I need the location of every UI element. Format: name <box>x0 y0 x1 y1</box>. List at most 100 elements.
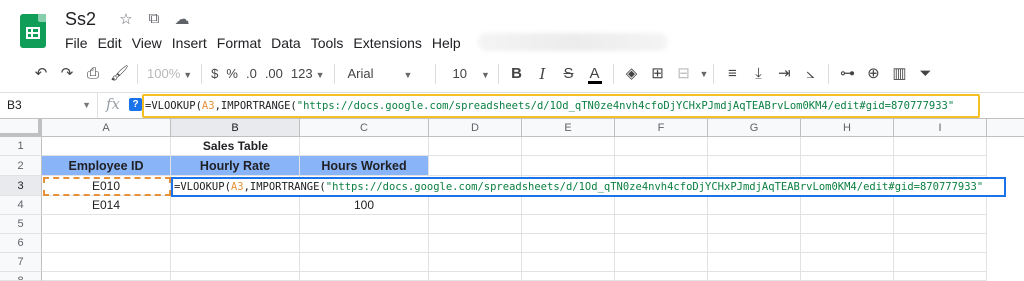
grid-cell[interactable] <box>801 234 894 253</box>
menu-file[interactable]: File <box>60 34 93 52</box>
menu-edit[interactable]: Edit <box>93 34 127 52</box>
document-title[interactable]: Ss2 <box>65 9 96 30</box>
cell-b1[interactable]: Sales Table <box>171 137 300 156</box>
grid-cell[interactable] <box>708 156 801 176</box>
zoom-select[interactable]: 100% ▼ <box>143 62 196 86</box>
grid-cell[interactable] <box>171 196 300 215</box>
italic-button[interactable]: I <box>530 62 556 86</box>
grid-cell[interactable] <box>708 196 801 215</box>
column-header-h[interactable]: H <box>801 118 894 137</box>
grid-cell[interactable] <box>522 196 615 215</box>
row-header-2[interactable]: 2 <box>0 156 42 176</box>
column-header-d[interactable]: D <box>429 118 522 137</box>
star-icon[interactable]: ☆ <box>117 10 135 28</box>
grid-cell[interactable] <box>522 156 615 176</box>
grid-cell[interactable] <box>300 215 429 234</box>
sheets-logo-icon[interactable] <box>20 14 46 48</box>
grid-cell[interactable] <box>615 215 708 234</box>
grid-cell[interactable] <box>615 196 708 215</box>
redo-icon[interactable]: ↷ <box>54 62 80 86</box>
text-wrap-icon[interactable]: ⇥ <box>771 62 797 86</box>
grid-cell[interactable] <box>894 253 987 272</box>
grid-cell[interactable] <box>42 215 171 234</box>
grid-cell[interactable] <box>894 137 987 156</box>
bold-button[interactable]: B <box>504 62 530 86</box>
decrease-decimal-button[interactable]: .0 <box>242 62 261 86</box>
grid-cell[interactable] <box>522 215 615 234</box>
horizontal-align-icon[interactable]: ≡ <box>719 62 745 86</box>
column-header-e[interactable]: E <box>522 118 615 137</box>
percent-format-button[interactable]: % <box>222 62 242 86</box>
grid-cell[interactable] <box>801 253 894 272</box>
grid-cell[interactable] <box>171 234 300 253</box>
grid-cell[interactable] <box>171 272 300 281</box>
grid-cell[interactable] <box>801 215 894 234</box>
grid-cell[interactable] <box>429 137 522 156</box>
currency-format-button[interactable]: $ <box>207 62 222 86</box>
grid-cell[interactable] <box>429 215 522 234</box>
vertical-align-icon[interactable]: ⤓ <box>745 62 771 86</box>
row-header-6[interactable]: 6 <box>0 234 42 253</box>
grid-cell[interactable] <box>429 272 522 281</box>
grid-cell[interactable] <box>801 137 894 156</box>
grid-cell[interactable] <box>801 196 894 215</box>
grid-cell[interactable] <box>522 272 615 281</box>
grid-cell[interactable] <box>801 156 894 176</box>
row-header-3[interactable]: 3 <box>0 176 42 196</box>
cell-b2[interactable]: Hourly Rate <box>171 156 300 176</box>
column-header-a[interactable]: A <box>42 118 171 137</box>
grid-cell[interactable] <box>42 234 171 253</box>
row-header-1[interactable]: 1 <box>0 137 42 156</box>
row-header-7[interactable]: 7 <box>0 253 42 272</box>
print-icon[interactable]: ⎙ <box>80 62 106 86</box>
borders-icon[interactable]: ⊞ <box>645 62 671 86</box>
undo-icon[interactable]: ↶ <box>28 62 54 86</box>
strikethrough-button[interactable]: S <box>556 62 582 86</box>
menu-data[interactable]: Data <box>266 34 306 52</box>
chevron-down-icon[interactable]: ▼ <box>700 69 709 79</box>
grid-cell[interactable] <box>615 156 708 176</box>
grid-cell[interactable] <box>894 215 987 234</box>
row-header-5[interactable]: 5 <box>0 215 42 234</box>
grid-cell[interactable] <box>42 272 171 281</box>
grid-cell[interactable] <box>429 234 522 253</box>
grid-cell[interactable] <box>894 156 987 176</box>
menu-format[interactable]: Format <box>212 34 266 52</box>
fill-color-icon[interactable]: ◈ <box>619 62 645 86</box>
cell-a4[interactable]: E014 <box>42 196 171 215</box>
grid-cell[interactable] <box>708 253 801 272</box>
increase-decimal-button[interactable]: .00 <box>261 62 287 86</box>
menu-extensions[interactable]: Extensions <box>348 34 426 52</box>
grid-cell[interactable] <box>894 196 987 215</box>
grid-cell[interactable] <box>300 234 429 253</box>
row-header-4[interactable]: 4 <box>0 196 42 215</box>
formula-help-icon[interactable]: ? <box>129 98 142 111</box>
grid-cell[interactable] <box>708 137 801 156</box>
menu-insert[interactable]: Insert <box>167 34 212 52</box>
select-all-corner[interactable] <box>0 118 42 137</box>
grid-cell[interactable] <box>801 272 894 281</box>
grid-cell[interactable] <box>171 253 300 272</box>
grid-cell[interactable] <box>708 215 801 234</box>
grid-cell[interactable] <box>708 234 801 253</box>
more-formats-button[interactable]: 123 ▼ <box>287 62 329 86</box>
grid-cell[interactable] <box>522 234 615 253</box>
font-size-select[interactable]: 10 ▼ <box>441 62 493 86</box>
column-header-c[interactable]: C <box>300 118 429 137</box>
menu-help[interactable]: Help <box>427 34 466 52</box>
grid-cell[interactable] <box>429 156 522 176</box>
grid-cell[interactable] <box>171 215 300 234</box>
filter-icon[interactable]: ⏷ <box>912 62 938 86</box>
grid-cell[interactable] <box>300 253 429 272</box>
column-header-f[interactable]: F <box>615 118 708 137</box>
menu-tools[interactable]: Tools <box>306 34 349 52</box>
paint-format-icon[interactable]: 🖌 <box>106 62 132 86</box>
grid-cell[interactable] <box>708 272 801 281</box>
cell-c2[interactable]: Hours Worked <box>300 156 429 176</box>
grid-cell[interactable] <box>42 253 171 272</box>
font-select[interactable]: Arial ▼ <box>340 62 430 86</box>
cell-a2[interactable]: Employee ID <box>42 156 171 176</box>
grid-cell[interactable] <box>429 196 522 215</box>
merge-cells-icon[interactable]: ⊟ <box>671 62 697 86</box>
grid-cell[interactable] <box>522 137 615 156</box>
